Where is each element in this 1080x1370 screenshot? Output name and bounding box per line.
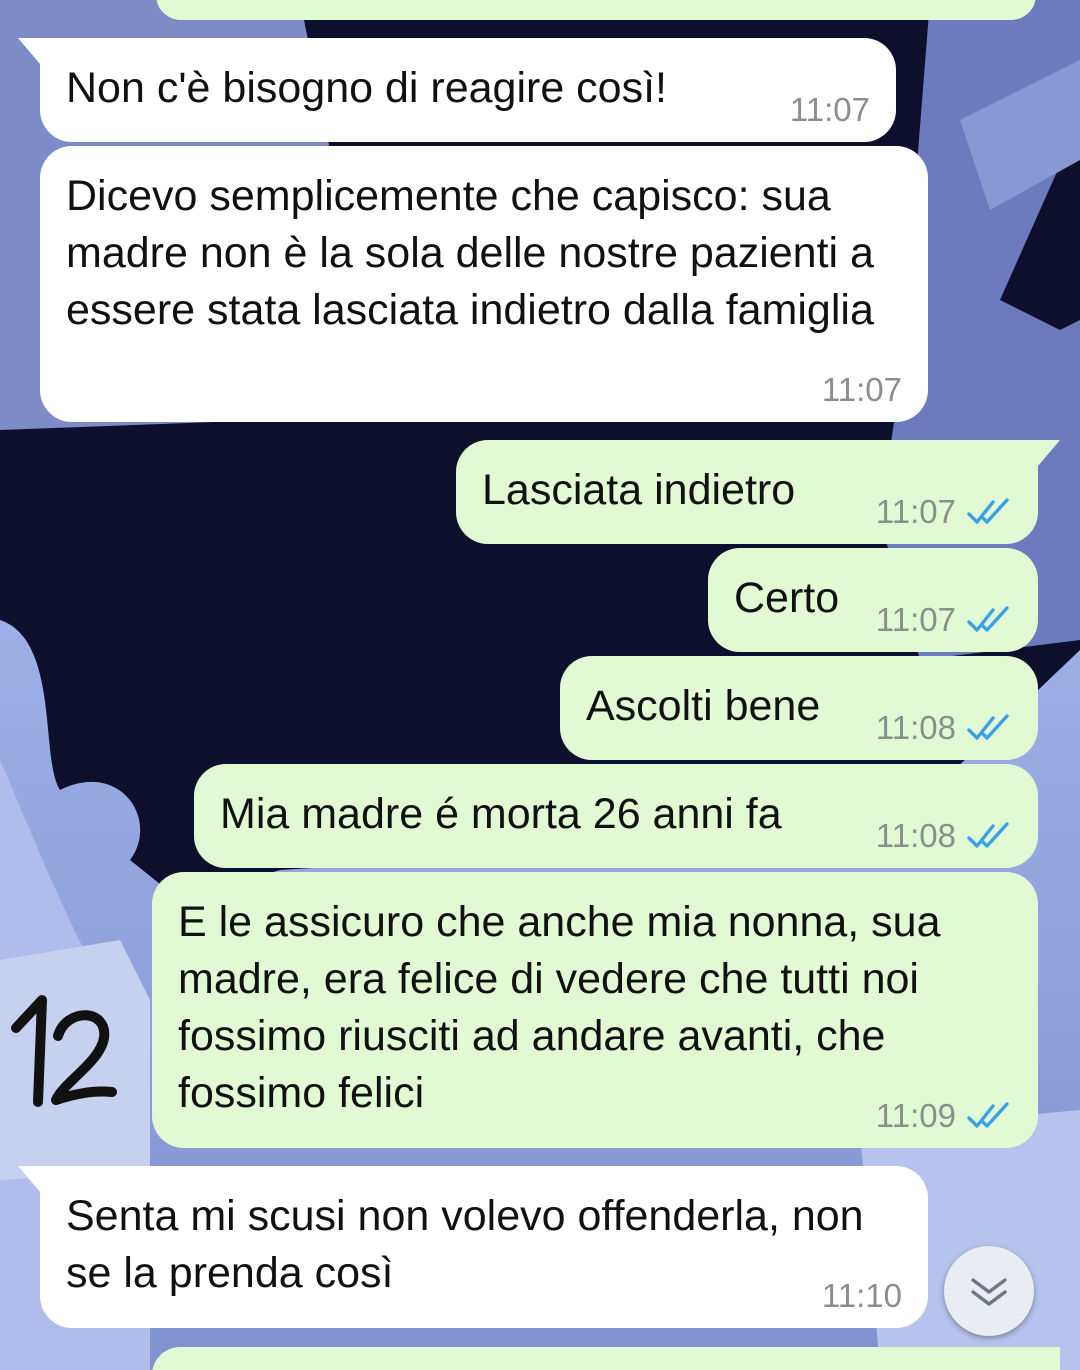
bubble-tail [18, 1166, 40, 1192]
outgoing-message[interactable]: Mia madre é morta 26 anni fa 11:08 [194, 764, 1038, 868]
partial-outgoing-bubble-top [156, 0, 1036, 20]
message-text: E le assicuro che anche mia nonna, sua m… [178, 898, 953, 1117]
message-text: Dicevo semplicemente che capisco: sua ma… [66, 172, 886, 334]
bubble-tail [1038, 440, 1060, 466]
double-check-icon [967, 498, 1009, 524]
outgoing-message[interactable]: Ascolti bene 11:08 [560, 656, 1038, 760]
outgoing-message[interactable]: Lasciata indietro 11:07 [456, 440, 1060, 544]
message-time: 11:07 [875, 493, 956, 530]
outgoing-message[interactable]: Certo 11:07 [708, 548, 1038, 652]
bubble-tail [18, 38, 40, 64]
incoming-message[interactable]: Non c'è bisogno di reagire così! 11:07 [18, 38, 896, 142]
message-time: 11:07 [821, 371, 902, 408]
message-text: Non c'è bisogno di reagire così! [66, 64, 667, 112]
message-time: 11:09 [875, 1097, 956, 1134]
handwritten-number-annotation [11, 995, 117, 1107]
incoming-message[interactable]: Senta mi scusi non volevo offenderla, no… [18, 1166, 928, 1328]
partial-outgoing-bubble-bottom [152, 1347, 1060, 1370]
scroll-to-bottom-button[interactable] [944, 1246, 1034, 1336]
double-check-icon [967, 822, 1009, 848]
outgoing-message[interactable]: E le assicuro che anche mia nonna, sua m… [152, 872, 1038, 1148]
double-check-icon [967, 714, 1009, 740]
message-time: 11:08 [875, 709, 956, 746]
message-time: 11:08 [875, 817, 956, 854]
message-text: Senta mi scusi non volevo offenderla, no… [66, 1192, 876, 1297]
double-check-icon [967, 1102, 1009, 1128]
message-time: 11:10 [821, 1277, 902, 1314]
chevron-down-icon [971, 1278, 1007, 1306]
message-time: 11:07 [789, 91, 870, 128]
message-time: 11:07 [875, 601, 956, 638]
incoming-message[interactable]: Dicevo semplicemente che capisco: sua ma… [40, 146, 928, 422]
double-check-icon [967, 606, 1009, 632]
